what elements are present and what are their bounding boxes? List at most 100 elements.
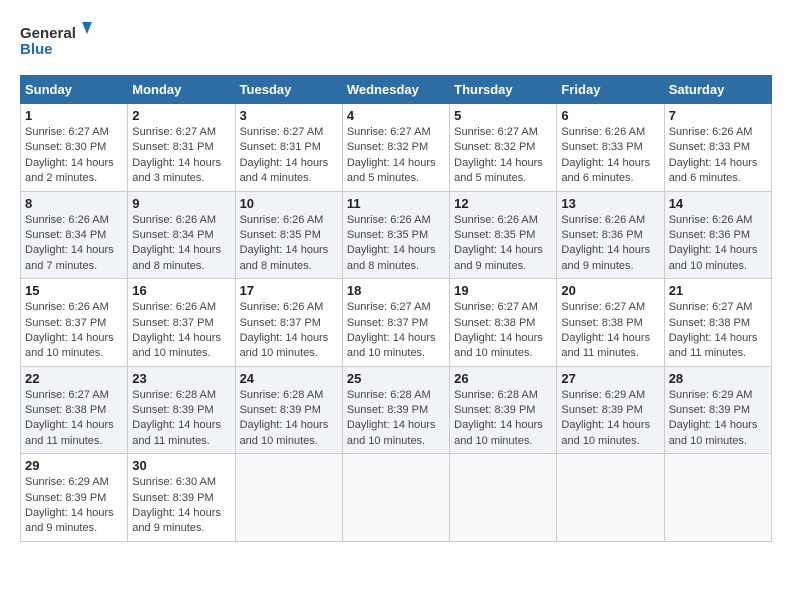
- calendar-cell: 9 Sunrise: 6:26 AMSunset: 8:34 PMDaylight…: [128, 191, 235, 279]
- day-info: Sunrise: 6:28 AMSunset: 8:39 PMDaylight:…: [454, 388, 552, 450]
- day-info: Sunrise: 6:26 AMSunset: 8:33 PMDaylight:…: [561, 125, 659, 187]
- day-info: Sunrise: 6:28 AMSunset: 8:39 PMDaylight:…: [347, 388, 445, 450]
- calendar-table: SundayMondayTuesdayWednesdayThursdayFrid…: [20, 75, 772, 542]
- calendar-cell: 27 Sunrise: 6:29 AMSunset: 8:39 PMDayligh…: [557, 366, 664, 454]
- calendar-week-3: 15Sunrise: 6:26 AMSunset: 8:37 PMDayligh…: [21, 279, 772, 367]
- day-number: 20: [561, 283, 659, 298]
- calendar-week-5: 29Sunrise: 6:29 AMSunset: 8:39 PMDayligh…: [21, 454, 772, 542]
- calendar-cell: 3 Sunrise: 6:27 AMSunset: 8:31 PMDaylight…: [235, 104, 342, 192]
- day-number: 30: [132, 458, 230, 473]
- day-number: 22: [25, 371, 123, 386]
- calendar-cell: 10 Sunrise: 6:26 AMSunset: 8:35 PMDayligh…: [235, 191, 342, 279]
- calendar-cell: 23 Sunrise: 6:28 AMSunset: 8:39 PMDayligh…: [128, 366, 235, 454]
- calendar-week-4: 22 Sunrise: 6:27 AMSunset: 8:38 PMDayligh…: [21, 366, 772, 454]
- day-number: 26: [454, 371, 552, 386]
- day-number: 8: [25, 196, 123, 211]
- day-info: Sunrise: 6:27 AMSunset: 8:38 PMDaylight:…: [25, 388, 123, 450]
- day-info: Sunrise: 6:26 AMSunset: 8:36 PMDaylight:…: [669, 213, 767, 275]
- day-number: 12: [454, 196, 552, 211]
- day-number: 21: [669, 283, 767, 298]
- calendar-cell: 25Sunrise: 6:28 AMSunset: 8:39 PMDayligh…: [342, 366, 449, 454]
- calendar-cell: [235, 454, 342, 542]
- calendar-cell: 12 Sunrise: 6:26 AMSunset: 8:35 PMDayligh…: [450, 191, 557, 279]
- day-info: Sunrise: 6:27 AMSunset: 8:38 PMDaylight:…: [669, 300, 767, 362]
- calendar-cell: 29Sunrise: 6:29 AMSunset: 8:39 PMDayligh…: [21, 454, 128, 542]
- day-number: 10: [240, 196, 338, 211]
- day-info: Sunrise: 6:26 AMSunset: 8:34 PMDaylight:…: [25, 213, 123, 275]
- day-info: Sunrise: 6:26 AMSunset: 8:36 PMDaylight:…: [561, 213, 659, 275]
- svg-text:General: General: [20, 25, 76, 42]
- day-number: 9: [132, 196, 230, 211]
- day-info: Sunrise: 6:26 AMSunset: 8:35 PMDaylight:…: [347, 213, 445, 275]
- calendar-header: SundayMondayTuesdayWednesdayThursdayFrid…: [21, 76, 772, 104]
- calendar-cell: 22 Sunrise: 6:27 AMSunset: 8:38 PMDayligh…: [21, 366, 128, 454]
- calendar-cell: 21 Sunrise: 6:27 AMSunset: 8:38 PMDayligh…: [664, 279, 771, 367]
- calendar-cell: 7 Sunrise: 6:26 AMSunset: 8:33 PMDaylight…: [664, 104, 771, 192]
- day-info: Sunrise: 6:26 AMSunset: 8:37 PMDaylight:…: [132, 300, 230, 362]
- calendar-cell: [664, 454, 771, 542]
- day-info: Sunrise: 6:26 AMSunset: 8:34 PMDaylight:…: [132, 213, 230, 275]
- calendar-cell: 11 Sunrise: 6:26 AMSunset: 8:35 PMDayligh…: [342, 191, 449, 279]
- day-number: 14: [669, 196, 767, 211]
- col-header-monday: Monday: [128, 76, 235, 104]
- day-info: Sunrise: 6:27 AMSunset: 8:32 PMDaylight:…: [347, 125, 445, 187]
- day-number: 16: [132, 283, 230, 298]
- day-info: Sunrise: 6:27 AMSunset: 8:38 PMDaylight:…: [561, 300, 659, 362]
- day-info: Sunrise: 6:27 AMSunset: 8:32 PMDaylight:…: [454, 125, 552, 187]
- day-number: 17: [240, 283, 338, 298]
- day-info: Sunrise: 6:28 AMSunset: 8:39 PMDaylight:…: [132, 388, 230, 450]
- calendar-cell: 6 Sunrise: 6:26 AMSunset: 8:33 PMDaylight…: [557, 104, 664, 192]
- calendar-cell: 5 Sunrise: 6:27 AMSunset: 8:32 PMDaylight…: [450, 104, 557, 192]
- calendar-cell: 4 Sunrise: 6:27 AMSunset: 8:32 PMDaylight…: [342, 104, 449, 192]
- col-header-wednesday: Wednesday: [342, 76, 449, 104]
- svg-text:Blue: Blue: [20, 41, 53, 58]
- day-info: Sunrise: 6:27 AMSunset: 8:37 PMDaylight:…: [347, 300, 445, 362]
- logo: General Blue: [20, 20, 100, 65]
- calendar-cell: 16 Sunrise: 6:26 AMSunset: 8:37 PMDayligh…: [128, 279, 235, 367]
- day-number: 27: [561, 371, 659, 386]
- calendar-cell: 18 Sunrise: 6:27 AMSunset: 8:37 PMDayligh…: [342, 279, 449, 367]
- day-number: 1: [25, 108, 123, 123]
- calendar-cell: 19Sunrise: 6:27 AMSunset: 8:38 PMDayligh…: [450, 279, 557, 367]
- day-number: 11: [347, 196, 445, 211]
- day-info: Sunrise: 6:29 AMSunset: 8:39 PMDaylight:…: [669, 388, 767, 450]
- logo-svg: General Blue: [20, 20, 100, 65]
- calendar-cell: 1Sunrise: 6:27 AMSunset: 8:30 PMDaylight…: [21, 104, 128, 192]
- day-number: 4: [347, 108, 445, 123]
- calendar-week-2: 8 Sunrise: 6:26 AMSunset: 8:34 PMDaylight…: [21, 191, 772, 279]
- day-number: 13: [561, 196, 659, 211]
- col-header-sunday: Sunday: [21, 76, 128, 104]
- calendar-cell: 2Sunrise: 6:27 AMSunset: 8:31 PMDaylight…: [128, 104, 235, 192]
- day-number: 18: [347, 283, 445, 298]
- day-number: 3: [240, 108, 338, 123]
- calendar-cell: 13 Sunrise: 6:26 AMSunset: 8:36 PMDayligh…: [557, 191, 664, 279]
- day-info: Sunrise: 6:26 AMSunset: 8:33 PMDaylight:…: [669, 125, 767, 187]
- calendar-cell: [342, 454, 449, 542]
- day-info: Sunrise: 6:26 AMSunset: 8:35 PMDaylight:…: [240, 213, 338, 275]
- col-header-tuesday: Tuesday: [235, 76, 342, 104]
- calendar-cell: 8 Sunrise: 6:26 AMSunset: 8:34 PMDaylight…: [21, 191, 128, 279]
- calendar-cell: 20 Sunrise: 6:27 AMSunset: 8:38 PMDayligh…: [557, 279, 664, 367]
- day-info: Sunrise: 6:27 AMSunset: 8:31 PMDaylight:…: [132, 125, 230, 187]
- day-number: 23: [132, 371, 230, 386]
- day-number: 5: [454, 108, 552, 123]
- day-info: Sunrise: 6:29 AMSunset: 8:39 PMDaylight:…: [561, 388, 659, 450]
- calendar-cell: [450, 454, 557, 542]
- day-number: 28: [669, 371, 767, 386]
- calendar-cell: 15Sunrise: 6:26 AMSunset: 8:37 PMDayligh…: [21, 279, 128, 367]
- day-number: 24: [240, 371, 338, 386]
- col-header-thursday: Thursday: [450, 76, 557, 104]
- day-number: 6: [561, 108, 659, 123]
- calendar-week-1: 1Sunrise: 6:27 AMSunset: 8:30 PMDaylight…: [21, 104, 772, 192]
- day-info: Sunrise: 6:27 AMSunset: 8:31 PMDaylight:…: [240, 125, 338, 187]
- day-info: Sunrise: 6:30 AMSunset: 8:39 PMDaylight:…: [132, 475, 230, 537]
- page-header: General Blue: [20, 20, 772, 65]
- day-info: Sunrise: 6:27 AMSunset: 8:38 PMDaylight:…: [454, 300, 552, 362]
- day-number: 7: [669, 108, 767, 123]
- day-info: Sunrise: 6:26 AMSunset: 8:37 PMDaylight:…: [25, 300, 123, 362]
- calendar-cell: [557, 454, 664, 542]
- calendar-cell: 17Sunrise: 6:26 AMSunset: 8:37 PMDayligh…: [235, 279, 342, 367]
- day-info: Sunrise: 6:28 AMSunset: 8:39 PMDaylight:…: [240, 388, 338, 450]
- day-info: Sunrise: 6:26 AMSunset: 8:35 PMDaylight:…: [454, 213, 552, 275]
- calendar-cell: 14 Sunrise: 6:26 AMSunset: 8:36 PMDayligh…: [664, 191, 771, 279]
